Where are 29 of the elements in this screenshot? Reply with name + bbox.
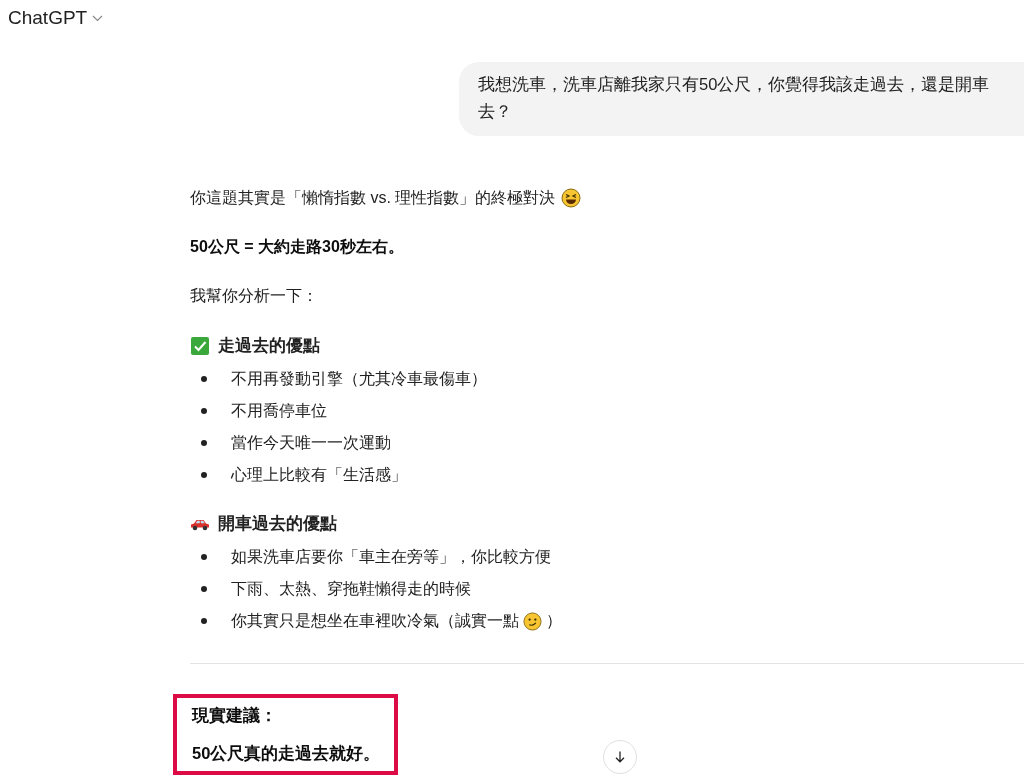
bullet-dot [201, 618, 207, 624]
bullet-dot [201, 554, 207, 560]
chevron-down-icon [92, 14, 104, 22]
callout-text: 50公尺真的走過去就好。 [192, 743, 381, 764]
list-item-text: 不用再發動引擎（尤其冷車最傷車） [231, 368, 487, 389]
bullet-dot [201, 376, 207, 382]
scroll-down-button[interactable] [603, 740, 637, 774]
list-item-text: 如果洗車店要你「車主在旁等」，你比較方便 [231, 546, 551, 567]
list-item-text: 下雨、太熱、穿拖鞋懶得走的時候 [231, 578, 471, 599]
app-title[interactable]: ChatGPT [8, 7, 88, 29]
laughing-face-icon [561, 188, 582, 208]
bullet-dot [201, 472, 207, 478]
list-item-text: 不用喬停車位 [231, 400, 327, 421]
paragraph-text: 50公尺 = 大約走路30秒左右。 [190, 237, 404, 257]
smirking-face-icon [523, 611, 542, 631]
list-item-text: 當作今天唯一一次運動 [231, 432, 391, 453]
paragraph-text: 我幫你分析一下： [190, 286, 318, 306]
list-item-text: ） [546, 610, 562, 631]
bullet-dot [201, 408, 207, 414]
paragraph-text: 你這題其實是「懶惰指數 vs. 理性指數」的終極對決 [190, 188, 556, 208]
callout-text: 現實建議： [192, 705, 278, 726]
list-item-text: 你其實只是想坐在車裡吹冷氣（誠實一點 [231, 610, 519, 631]
checkmark-icon [190, 336, 210, 356]
bullet-dot [201, 440, 207, 446]
list-item-text: 心理上比較有「生活感」 [231, 464, 407, 485]
user-message: 我想洗車，洗車店離我家只有50公尺，你覺得我該走過去，還是開車去？ [459, 62, 1024, 136]
bullet-dot [201, 586, 207, 592]
section-heading: 開車過去的優點 [218, 513, 337, 535]
section-heading: 走過去的優點 [218, 335, 320, 357]
